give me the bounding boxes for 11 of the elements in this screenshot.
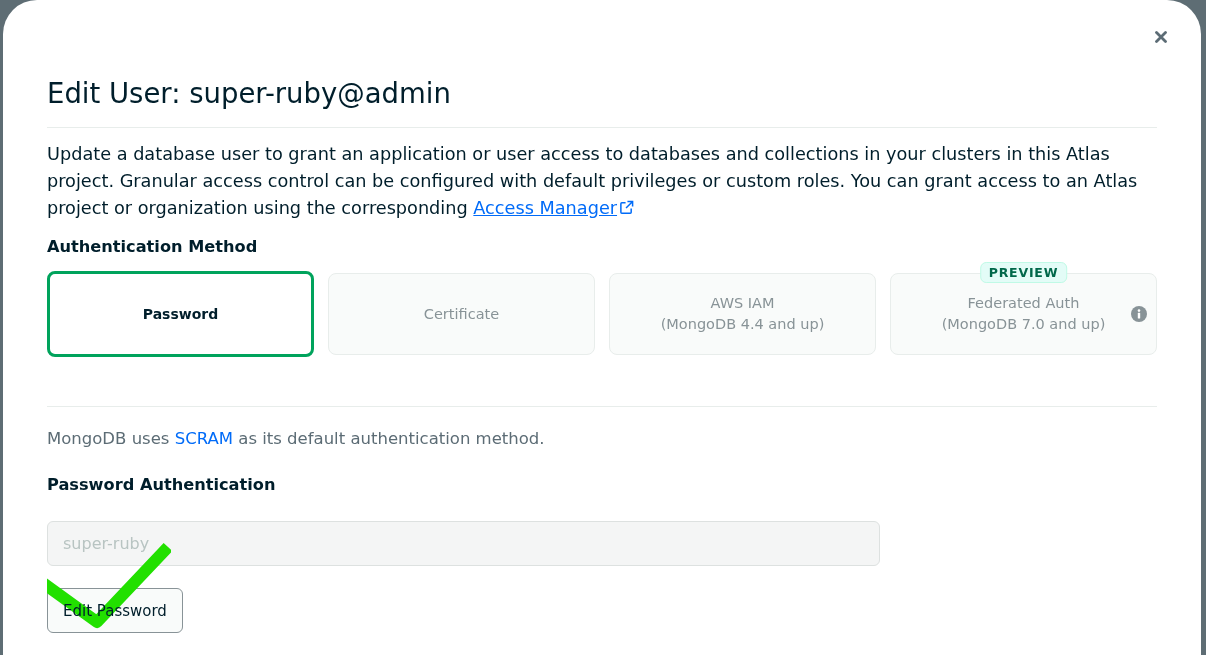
section-heading: Password Authentication [47,474,277,496]
scram-note-text: MongoDB uses SCRAM as its default authentication method. [47,428,546,450]
access-manager-link[interactable]: Access Manager [473,198,635,218]
preview-badge: PREVIEW [979,262,1068,283]
close-icon[interactable] [1155,31,1167,43]
auth-method-option[interactable]: Password [47,271,314,357]
scram-link[interactable]: SCRAM [174,429,233,448]
section-heading: Authentication Method [47,236,259,258]
external-link-icon [619,200,635,215]
dialog-title: Edit User: super-ruby@admin [47,76,452,110]
description-text: Update a database user to grant an application or user access to databases and collections in your clusters in this Atlas project. Granular access control can be configured with default privileges or custom roles. You can grant access to an Atlas project or organization using the corresponding Access Manager [47,143,1139,220]
